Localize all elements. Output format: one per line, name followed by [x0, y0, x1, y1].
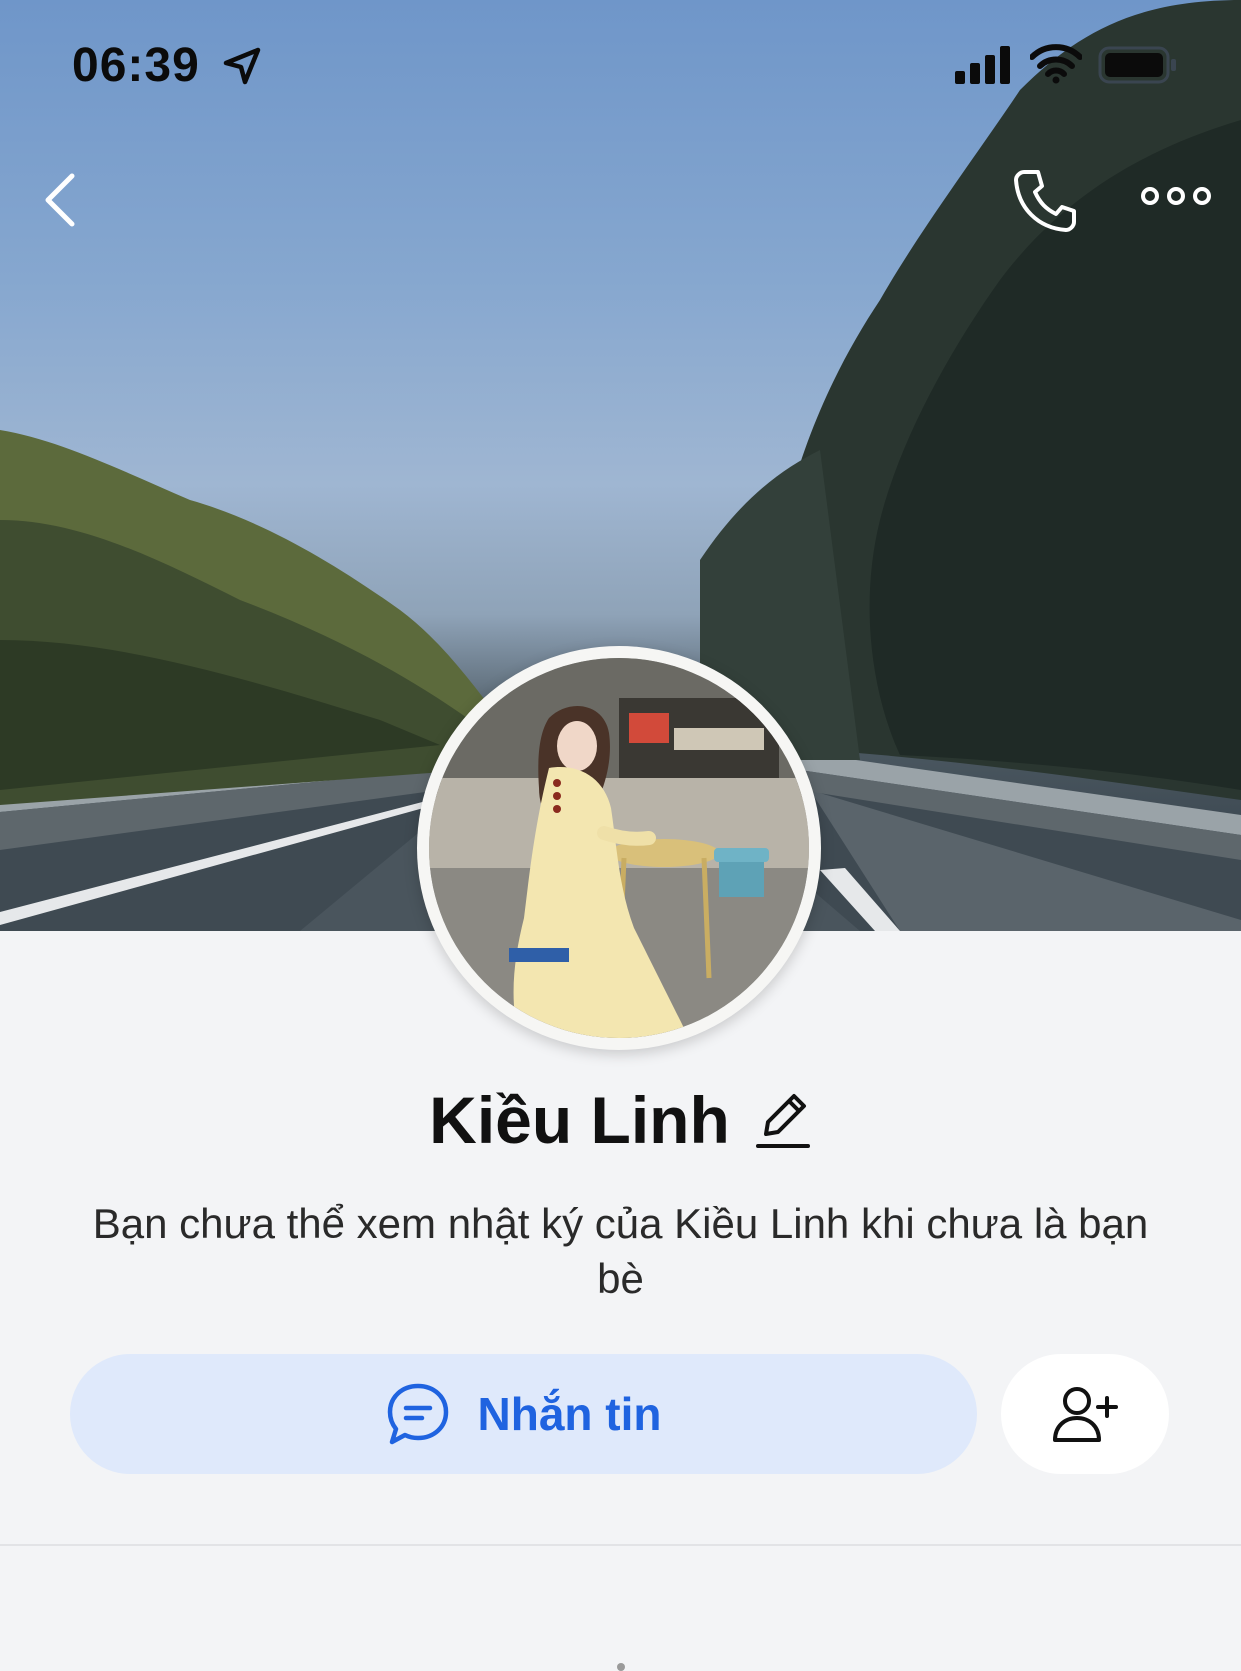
add-friend-button[interactable] — [1001, 1354, 1169, 1474]
profile-name-row: Kiều Linh — [0, 1082, 1241, 1158]
chat-bubble-icon — [387, 1383, 448, 1445]
loading-indicator — [617, 1663, 625, 1671]
message-button[interactable]: Nhắn tin — [70, 1354, 977, 1474]
more-horizontal-icon — [1141, 187, 1211, 205]
profile-name: Kiều Linh — [429, 1083, 730, 1157]
add-friend-icon — [1053, 1387, 1118, 1442]
profile-avatar[interactable] — [417, 646, 821, 1050]
section-divider — [0, 1544, 1241, 1546]
location-arrow-icon — [223, 47, 261, 85]
pencil-icon[interactable] — [755, 1088, 812, 1152]
call-button[interactable] — [1010, 166, 1080, 236]
avatar-photo-scene — [429, 658, 809, 1038]
wifi-icon — [1030, 44, 1082, 84]
privacy-notice: Bạn chưa thể xem nhật ký của Kiều Linh k… — [92, 1200, 1149, 1302]
message-button-label: Nhắn tin — [477, 1388, 662, 1440]
status-time: 06:39 — [72, 39, 200, 92]
more-options-button[interactable] — [1140, 180, 1212, 212]
cellular-signal-icon — [955, 46, 1010, 84]
back-button[interactable] — [38, 170, 88, 230]
avatar-photo — [429, 658, 809, 1038]
phone-icon — [1014, 170, 1076, 232]
battery-icon — [1098, 46, 1176, 84]
chevron-left-icon — [45, 173, 75, 227]
status-bar: 06:39 — [0, 0, 1241, 130]
